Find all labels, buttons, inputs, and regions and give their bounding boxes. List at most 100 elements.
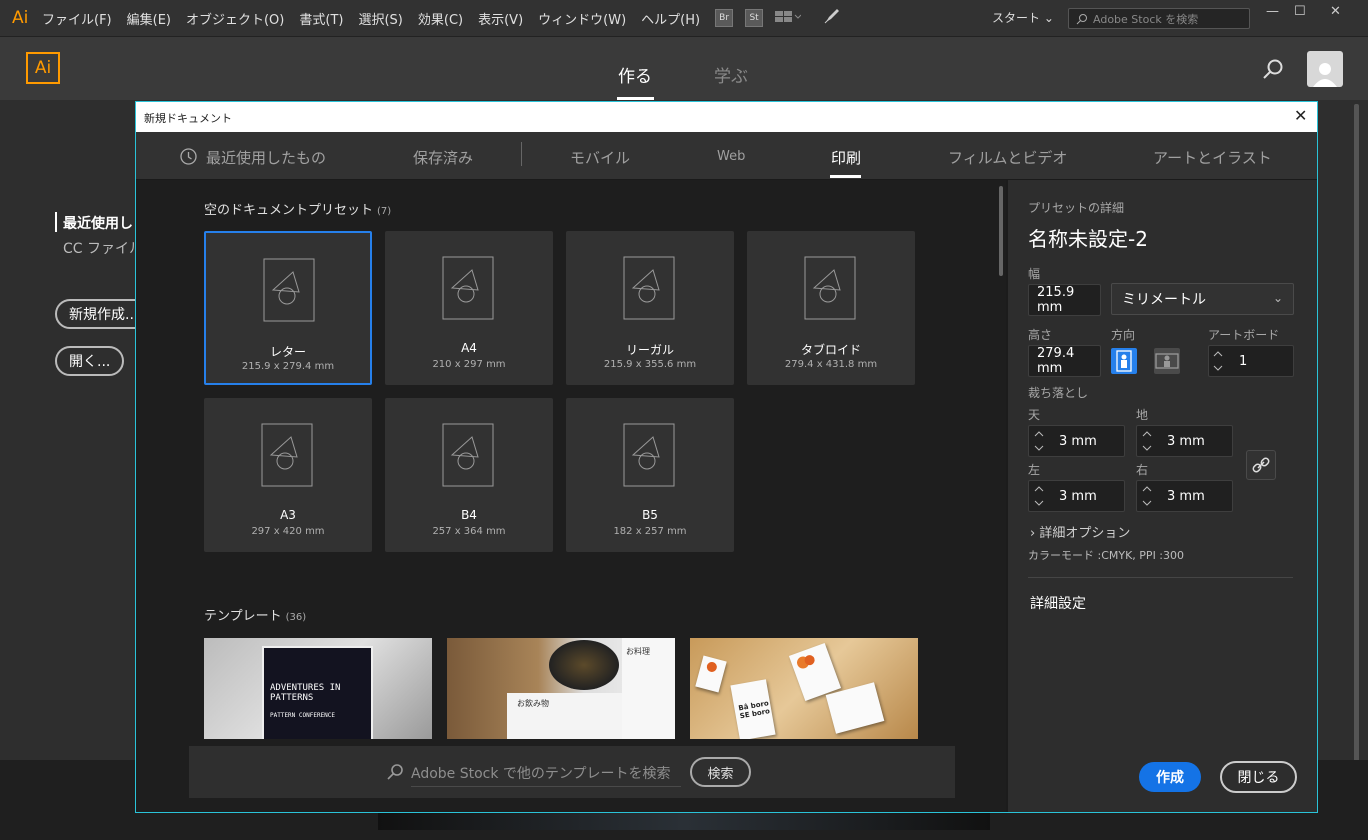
templates-title: テンプレート (36) — [204, 609, 307, 624]
tab-art-illustration[interactable]: アートとイラスト — [1153, 147, 1272, 168]
preset-b5[interactable]: B5 182 x 257 mm — [566, 398, 734, 552]
stock-search-input[interactable]: Adobe Stock を検索 — [1068, 8, 1250, 29]
bleed-right-label: 右 — [1136, 463, 1149, 477]
preset-b4[interactable]: B4 257 x 364 mm — [385, 398, 553, 552]
avatar[interactable] — [1307, 51, 1343, 87]
menu-view[interactable]: 表示(V) — [478, 9, 523, 28]
details-header: プリセットの詳細 — [1028, 201, 1125, 215]
tab-mobile[interactable]: モバイル — [570, 147, 630, 168]
menu-type[interactable]: 書式(T) — [299, 9, 343, 28]
artboards-label: アートボード — [1208, 328, 1280, 342]
preset-name: A4 — [461, 341, 477, 355]
open-button[interactable]: 開く... — [55, 346, 125, 376]
template-adventures[interactable]: ADVENTURES IN PATTERNS PATTERN CONFERENC… — [204, 638, 432, 739]
clock-icon — [180, 148, 197, 165]
side-recent[interactable]: 最近使用し — [63, 213, 133, 233]
home-scrollbar[interactable] — [1354, 104, 1359, 780]
preset-size: 182 x 257 mm — [613, 526, 687, 537]
menu-file[interactable]: ファイル(F) — [42, 9, 112, 28]
menu-object[interactable]: オブジェクト(O) — [186, 9, 284, 28]
preset-legal[interactable]: リーガル 215.9 x 355.6 mm — [566, 231, 734, 385]
bleed-label: 裁ち落とし — [1028, 386, 1089, 400]
more-settings-button[interactable]: 詳細設定 — [1030, 593, 1086, 613]
stock-button[interactable]: St — [745, 9, 764, 27]
arrange-documents-icon[interactable] — [775, 9, 802, 28]
chevron-down-icon — [1142, 500, 1152, 506]
bleed-bottom-stepper[interactable] — [1139, 426, 1157, 456]
blank-presets-title: 空のドキュメントプリセット (7) — [204, 203, 392, 218]
preset-size: 257 x 364 mm — [432, 526, 506, 537]
tab-print[interactable]: 印刷 — [831, 147, 861, 168]
side-cc-files[interactable]: CC ファイル — [63, 238, 143, 258]
menu-edit[interactable]: 編集(E) — [127, 9, 171, 28]
portrait-icon[interactable] — [1111, 348, 1137, 374]
preset-letter[interactable]: レター 215.9 x 279.4 mm — [204, 231, 372, 385]
tab-divider — [521, 142, 522, 166]
chevron-down-icon — [1142, 445, 1152, 451]
width-input[interactable]: 215.9 mm — [1028, 284, 1101, 316]
tab-learn[interactable]: 学ぶ — [714, 62, 748, 87]
tab-film-video[interactable]: フィルムとビデオ — [948, 147, 1067, 168]
preset-name: レター — [269, 345, 306, 359]
document-icon — [804, 256, 856, 320]
search-icon — [1076, 13, 1087, 24]
app-logo: Ai — [12, 8, 29, 28]
bridge-button[interactable]: Br — [715, 9, 734, 27]
unit-select[interactable]: ミリメートル ⌄ — [1111, 283, 1294, 315]
bleed-top-stepper[interactable] — [1031, 426, 1049, 456]
search-icon[interactable] — [1261, 57, 1285, 81]
tab-create[interactable]: 作る — [618, 62, 652, 87]
chevron-up-icon — [1034, 431, 1044, 437]
preset-details-panel: プリセットの詳細 名称未設定-2 幅 215.9 mm ミリメートル ⌄ 高さ … — [1008, 180, 1317, 812]
menu-help[interactable]: ヘルプ(H) — [641, 9, 700, 28]
tab-saved[interactable]: 保存済み — [413, 147, 473, 168]
bleed-left-stepper[interactable] — [1031, 481, 1049, 511]
document-name-field[interactable]: 名称未設定-2 — [1028, 223, 1148, 252]
document-icon — [442, 423, 494, 487]
template-search-input[interactable]: Adobe Stock で他のテンプレートを検索 — [411, 763, 681, 787]
menu-select[interactable]: 選択(S) — [358, 9, 402, 28]
preset-size: 215.9 x 279.4 mm — [241, 361, 335, 372]
document-icon — [263, 258, 315, 322]
workspace-switcher[interactable]: スタート ⌄ — [992, 9, 1054, 26]
height-input[interactable]: 279.4 mm — [1028, 345, 1101, 377]
preset-a4[interactable]: A4 210 x 297 mm — [385, 231, 553, 385]
tab-recent[interactable]: 最近使用したもの — [206, 147, 326, 168]
minimize-icon[interactable]: — — [1266, 4, 1279, 19]
document-icon — [623, 256, 675, 320]
new-document-dialog: 新規ドキュメント ✕ 最近使用したもの 保存済み モバイル Web 印刷 フィル… — [135, 101, 1318, 813]
preset-name: A3 — [280, 508, 296, 522]
close-button[interactable]: 閉じる — [1220, 761, 1297, 793]
close-icon[interactable]: ✕ — [1294, 106, 1307, 125]
orientation-label: 方向 — [1111, 328, 1136, 342]
category-tabs: 最近使用したもの 保存済み モバイル Web 印刷 フィルムとビデオ アートとイ… — [136, 132, 1317, 180]
chevron-down-icon — [1034, 500, 1044, 506]
bleed-right-stepper[interactable] — [1139, 481, 1157, 511]
preset-name: B4 — [461, 508, 477, 522]
rocket-icon[interactable] — [823, 7, 841, 29]
presets-scrollbar[interactable] — [999, 186, 1003, 276]
menu-effect[interactable]: 効果(C) — [418, 9, 463, 28]
preset-size: 279.4 x 431.8 mm — [784, 359, 878, 370]
search-button[interactable]: 検索 — [690, 757, 751, 787]
link-bleed-button[interactable] — [1246, 450, 1276, 480]
advanced-options-toggle[interactable]: › 詳細オプション — [1030, 522, 1130, 541]
preset-a3[interactable]: A3 297 x 420 mm — [204, 398, 372, 552]
landscape-icon[interactable] — [1154, 348, 1180, 374]
home-bottom-image — [378, 810, 990, 830]
chevron-up-icon — [1142, 431, 1152, 437]
artboards-stepper[interactable] — [1210, 346, 1228, 376]
menu-window[interactable]: ウィンドウ(W) — [538, 9, 626, 28]
maximize-icon[interactable]: ☐ — [1294, 4, 1306, 19]
create-button[interactable]: 作成 — [1139, 762, 1201, 792]
chevron-down-icon — [1034, 445, 1044, 451]
close-window-icon[interactable]: ✕ — [1330, 4, 1341, 19]
tab-web[interactable]: Web — [717, 149, 745, 164]
template-business-cards[interactable]: Bâ boro SE boro — [690, 638, 918, 739]
chevron-down-icon: ⌄ — [1272, 291, 1283, 305]
document-icon — [623, 423, 675, 487]
preset-tabloid[interactable]: タブロイド 279.4 x 431.8 mm — [747, 231, 915, 385]
template-menu[interactable]: お飲み物 お料理 — [447, 638, 675, 739]
color-mode-info: カラーモード :CMYK, PPI :300 — [1028, 549, 1185, 562]
width-label: 幅 — [1028, 267, 1041, 281]
